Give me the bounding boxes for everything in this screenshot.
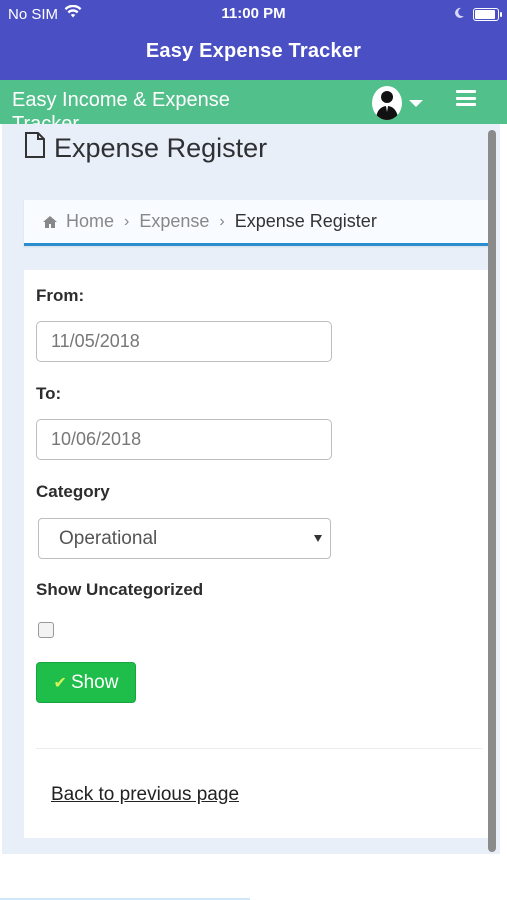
breadcrumb-separator: › — [124, 212, 130, 230]
page-title-text: Expense Register — [54, 133, 268, 163]
select-caret-icon — [314, 535, 322, 542]
status-right — [453, 6, 502, 23]
breadcrumb-expense[interactable]: Expense — [139, 211, 209, 232]
battery-icon — [473, 8, 502, 21]
nav-title: Easy Expense Tracker — [145, 40, 362, 62]
breadcrumb-current: Expense Register — [234, 211, 377, 231]
to-date-value: 10/06/2018 — [51, 429, 142, 449]
chevron-down-icon[interactable] — [409, 100, 423, 107]
hamburger-icon[interactable] — [456, 90, 476, 106]
app-header: Easy Income & Expense Tracker — [0, 80, 507, 124]
breadcrumb-home[interactable]: Home — [66, 211, 114, 232]
check-icon: ✔ — [53, 674, 67, 692]
page-area: Expense Register Home › Expense › Expens… — [2, 124, 500, 854]
moon-icon — [453, 6, 465, 23]
document-icon — [24, 132, 46, 165]
breadcrumb-separator: › — [219, 212, 225, 230]
uncategorized-checkbox[interactable] — [38, 622, 54, 638]
category-select[interactable]: Operational — [38, 518, 331, 559]
app-brand[interactable]: Easy Income & Expense Tracker — [12, 88, 272, 124]
to-date-input[interactable]: 10/06/2018 — [36, 419, 332, 460]
category-label: Category — [36, 482, 110, 501]
breadcrumb: Home › Expense › Expense Register — [24, 200, 490, 246]
status-time: 11:00 PM — [221, 5, 286, 22]
to-label: To: — [36, 384, 62, 403]
show-button[interactable]: ✔ Show — [36, 662, 136, 703]
page-title: Expense Register — [24, 132, 267, 165]
status-bar: No SIM 11:00 PM — [0, 0, 507, 28]
home-icon[interactable] — [42, 215, 58, 229]
from-date-input[interactable]: 11/05/2018 — [36, 321, 332, 362]
from-label: From: — [36, 286, 85, 305]
show-button-label: Show — [70, 671, 119, 693]
divider — [36, 748, 482, 749]
back-link[interactable]: Back to previous page — [51, 784, 239, 806]
scrollbar[interactable] — [488, 130, 496, 852]
from-date-value: 11/05/2018 — [51, 331, 140, 351]
category-value: Operational — [59, 527, 158, 549]
uncategorized-label: Show Uncategorized — [36, 580, 204, 599]
user-avatar-icon[interactable] — [372, 86, 402, 120]
ios-top-bar: No SIM 11:00 PM Easy Expense Tracker — [0, 0, 507, 80]
form-card: From: 11/05/2018 To: 10/06/2018 Category… — [24, 270, 490, 838]
